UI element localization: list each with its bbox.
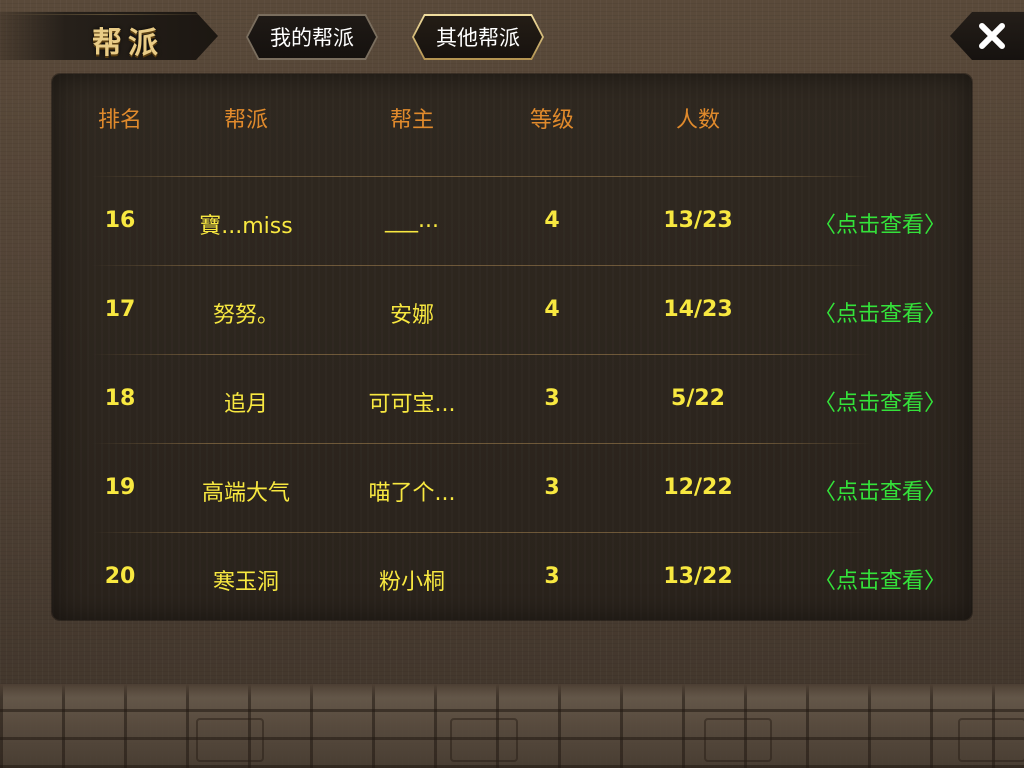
row-divider (92, 176, 872, 177)
row-divider (92, 265, 872, 266)
top-bar: 帮派 我的帮派 其他帮派 (0, 0, 1024, 70)
row-guild-name: 追月 (223, 392, 268, 417)
column-header-members: 人数 (675, 108, 720, 133)
column-header-guild: 帮派 (223, 108, 268, 133)
stone-ornament (196, 718, 264, 762)
row-level: 3 (544, 475, 560, 500)
tab-my-guild-label: 我的帮派 (248, 16, 376, 58)
tab-other-guilds-label: 其他帮派 (414, 16, 542, 58)
page-title: 帮派 (92, 26, 164, 61)
row-divider (92, 354, 872, 355)
row-guild-name: 寶...miss (199, 214, 293, 239)
stone-ornament (958, 718, 1024, 762)
view-guild-link[interactable]: 〈点击查看〉 (814, 385, 946, 417)
view-guild-link[interactable]: 〈点击查看〉 (814, 207, 946, 239)
stone-ornament (450, 718, 518, 762)
row-divider (92, 443, 872, 444)
table-header: 排名 帮派 帮主 等级 人数 (52, 102, 972, 146)
row-divider (92, 532, 872, 533)
guild-list-panel: 排名 帮派 帮主 等级 人数 16 寶...miss ___... 4 13/2… (52, 74, 972, 620)
table-row[interactable]: 19 高端大气 喵了个... 3 12/22 〈点击查看〉 (52, 443, 972, 532)
view-guild-link[interactable]: 〈点击查看〉 (814, 296, 946, 328)
row-level: 4 (544, 208, 560, 233)
stone-ornament (704, 718, 772, 762)
row-members: 13/23 (663, 208, 733, 233)
row-level: 3 (544, 386, 560, 411)
row-members: 14/23 (663, 297, 733, 322)
tab-other-guilds[interactable]: 其他帮派 (412, 14, 544, 60)
table-row[interactable]: 18 追月 可可宝... 3 5/22 〈点击查看〉 (52, 354, 972, 443)
row-guild-name: 寒玉洞 (212, 570, 279, 595)
title-plate: 帮派 (0, 12, 218, 60)
row-guild-name: 高端大气 (201, 481, 290, 506)
tab-my-guild[interactable]: 我的帮派 (246, 14, 378, 60)
table-row[interactable]: 20 寒玉洞 粉小桐 3 13/22 〈点击查看〉 (52, 532, 972, 621)
column-header-leader: 帮主 (389, 108, 434, 133)
row-members: 12/22 (663, 475, 733, 500)
column-header-level: 等级 (529, 108, 574, 133)
table-row[interactable]: 16 寶...miss ___... 4 13/23 〈点击查看〉 (52, 176, 972, 265)
row-level: 3 (544, 564, 560, 589)
row-guild-name: 努努。 (212, 303, 279, 328)
row-members: 5/22 (671, 386, 725, 411)
view-guild-link[interactable]: 〈点击查看〉 (814, 563, 946, 595)
view-guild-link[interactable]: 〈点击查看〉 (814, 474, 946, 506)
row-members: 13/22 (663, 564, 733, 589)
close-button[interactable] (950, 12, 1024, 60)
close-icon (979, 23, 1005, 49)
row-level: 4 (544, 297, 560, 322)
table-row[interactable]: 17 努努。 安娜 4 14/23 〈点击查看〉 (52, 265, 972, 354)
